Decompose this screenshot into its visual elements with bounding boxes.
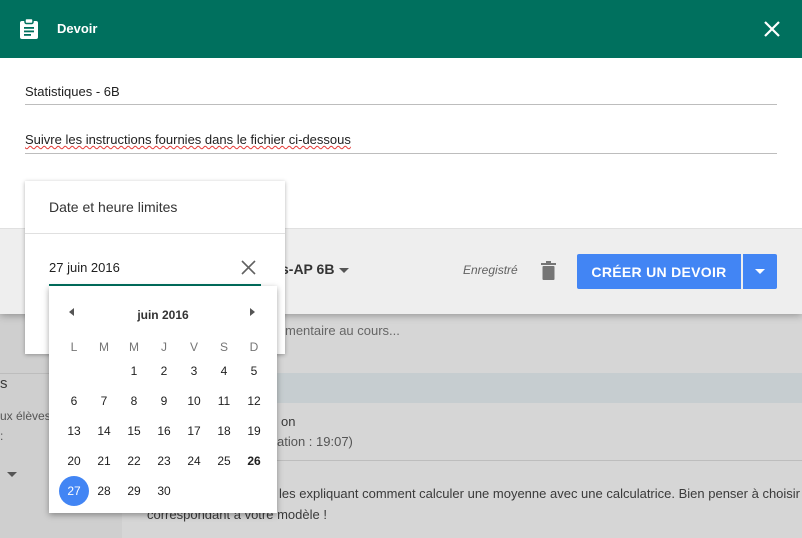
create-options-button[interactable] bbox=[743, 254, 777, 289]
calendar-day[interactable]: 21 bbox=[89, 446, 119, 476]
calendar-day[interactable]: 12 bbox=[239, 386, 269, 416]
calendar-day[interactable]: 7 bbox=[89, 386, 119, 416]
calendar-day[interactable]: 6 bbox=[59, 386, 89, 416]
saved-status: Enregistré bbox=[463, 263, 518, 277]
due-date-popup-title: Date et heure limites bbox=[49, 199, 178, 215]
next-month-icon[interactable] bbox=[250, 308, 255, 316]
calendar-day[interactable]: 4 bbox=[209, 356, 239, 386]
calendar-day[interactable]: 18 bbox=[209, 416, 239, 446]
weekday-header: D bbox=[249, 340, 259, 354]
calendar-day[interactable]: 19 bbox=[239, 416, 269, 446]
comment-placeholder[interactable]: mentaire au cours... bbox=[285, 323, 400, 338]
calendar-day[interactable]: 13 bbox=[59, 416, 89, 446]
calendar-day[interactable]: 3 bbox=[179, 356, 209, 386]
calendar-day[interactable]: 14 bbox=[89, 416, 119, 446]
clear-date-icon[interactable] bbox=[241, 260, 256, 280]
instructions-field[interactable]: Suivre les instructions fournies dans le… bbox=[25, 132, 351, 147]
dialog-header bbox=[0, 0, 802, 58]
calendar-day[interactable]: 30 bbox=[149, 476, 179, 506]
background-item-body: les expliquant comment calculer une moye… bbox=[279, 486, 802, 501]
background-left-text: ux élèves bbox=[0, 409, 51, 423]
calendar-day[interactable]: 10 bbox=[179, 386, 209, 416]
assignment-icon bbox=[19, 17, 39, 45]
weekday-header: V bbox=[189, 340, 198, 354]
trash-icon[interactable] bbox=[541, 261, 556, 285]
calendar-day[interactable]: 16 bbox=[149, 416, 179, 446]
weekday-header: L bbox=[70, 340, 78, 354]
calendar-day-selected[interactable]: 27 bbox=[59, 476, 89, 506]
popup-divider bbox=[25, 233, 285, 234]
calendar-day[interactable]: 29 bbox=[119, 476, 149, 506]
calendar-day[interactable]: 24 bbox=[179, 446, 209, 476]
weekday-header: M bbox=[129, 340, 139, 354]
calendar-day[interactable]: 15 bbox=[119, 416, 149, 446]
weekday-header: J bbox=[161, 340, 167, 354]
calendar-day[interactable]: 20 bbox=[59, 446, 89, 476]
calendar-day[interactable]: 2 bbox=[149, 356, 179, 386]
title-field-underline bbox=[25, 104, 777, 105]
background-dropdown-icon[interactable] bbox=[7, 472, 17, 477]
calendar-day[interactable]: 9 bbox=[149, 386, 179, 416]
calendar-day[interactable]: 23 bbox=[149, 446, 179, 476]
date-input[interactable]: 27 juin 2016 bbox=[49, 260, 120, 275]
instructions-field-underline bbox=[25, 153, 777, 154]
calendar-day[interactable]: 1 bbox=[119, 356, 149, 386]
calendar-day[interactable]: 25 bbox=[209, 446, 239, 476]
calendar-day[interactable]: 8 bbox=[119, 386, 149, 416]
background-item-name: on bbox=[281, 414, 296, 429]
weekday-header: M bbox=[99, 340, 109, 354]
calendar-day[interactable]: 5 bbox=[239, 356, 269, 386]
calendar-day-today[interactable]: 26 bbox=[239, 446, 269, 476]
chevron-down-icon bbox=[755, 269, 765, 274]
date-picker-calendar: juin 2016 L M M J V S D 1 2 3 4 5 6 7 8 9 10 11 12 1… bbox=[49, 286, 277, 513]
weekday-header: S bbox=[219, 340, 228, 354]
dialog-title: Devoir bbox=[57, 21, 98, 36]
title-field[interactable]: Statistiques - 6B bbox=[25, 84, 120, 99]
background-item-meta: ation : 19:07) bbox=[277, 434, 353, 449]
calendar-month-label: juin 2016 bbox=[137, 308, 189, 322]
background-left-text: s bbox=[0, 375, 8, 392]
close-icon[interactable] bbox=[763, 20, 781, 38]
create-assignment-button[interactable]: CRÉER UN DEVOIR bbox=[577, 254, 741, 289]
calendar-day[interactable]: 11 bbox=[209, 386, 239, 416]
calendar-day[interactable]: 22 bbox=[119, 446, 149, 476]
chevron-down-icon[interactable] bbox=[339, 268, 349, 273]
class-selector[interactable]: s-AP 6B bbox=[281, 261, 334, 277]
calendar-day[interactable]: 28 bbox=[89, 476, 119, 506]
calendar-day[interactable]: 17 bbox=[179, 416, 209, 446]
background-left-text: : bbox=[0, 429, 4, 443]
